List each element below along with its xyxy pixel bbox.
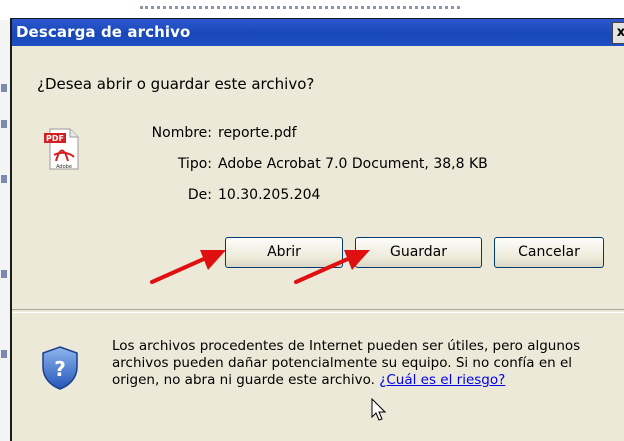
dialog-question: ¿Desea abrir o guardar este archivo? (37, 75, 315, 93)
background-mark (1, 120, 7, 128)
pdf-file-icon: PDF Adobe (42, 127, 82, 171)
annotation-arrow-save (294, 250, 370, 284)
cancel-button[interactable]: Cancelar (494, 237, 604, 268)
pdf-badge-text: PDF (46, 134, 64, 143)
background-text-line (140, 0, 460, 9)
background-mark (1, 270, 7, 278)
file-source-label: De: (187, 187, 212, 203)
background-window-strip (0, 0, 624, 20)
security-warning: Los archivos procedentes de Internet pue… (112, 338, 592, 389)
dialog-title: Descarga de archivo (16, 23, 191, 41)
file-source-value: 10.30.205.204 (218, 187, 321, 203)
shield-question-icon: ? (40, 345, 80, 391)
background-mark (1, 175, 7, 183)
background-mark (1, 84, 7, 92)
file-type-label: Tipo: (177, 156, 212, 172)
dialog-titlebar[interactable]: Descarga de archivo x (12, 19, 624, 46)
svg-text:?: ? (54, 357, 66, 381)
dialog-divider (12, 309, 624, 313)
file-type-value: Adobe Acrobat 7.0 Document, 38,8 KB (218, 156, 488, 172)
security-warning-text: Los archivos procedentes de Internet pue… (112, 338, 581, 388)
background-mark (1, 350, 7, 358)
annotation-arrow-open (150, 250, 226, 284)
risk-info-link[interactable]: ¿Cuál es el riesgo? (379, 372, 505, 388)
file-name-label: Nombre: (151, 125, 212, 141)
pdf-caption-text: Adobe (56, 164, 72, 170)
close-button[interactable]: x (612, 22, 624, 44)
file-name-value: reporte.pdf (218, 125, 297, 141)
file-download-dialog: Descarga de archivo x ¿Desea abrir o gua… (10, 18, 624, 441)
mouse-cursor-icon (371, 398, 387, 421)
